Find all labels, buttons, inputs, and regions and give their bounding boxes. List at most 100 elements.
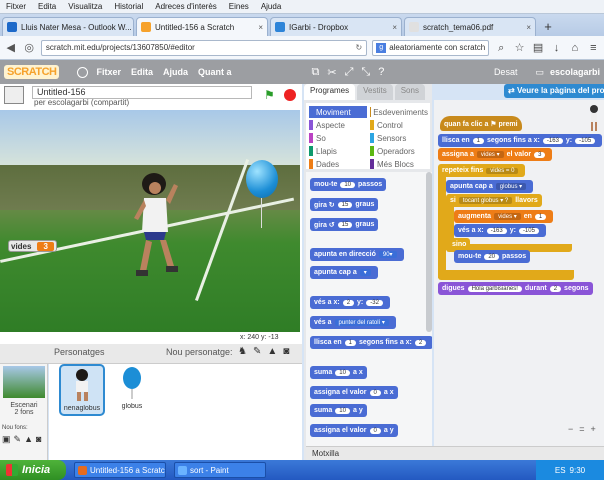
- script-block[interactable]: digues Hola garbisianes! durant 2 segons: [438, 282, 593, 295]
- tab-sounds[interactable]: Sons: [394, 84, 425, 100]
- script-block[interactable]: quan fa clic a ⚑ premi: [440, 116, 522, 131]
- url-bar[interactable]: scratch.mit.edu/projects/13607850/#edito…: [40, 39, 368, 56]
- start-button[interactable]: Inicia: [0, 460, 66, 480]
- help-icon[interactable]: ?: [378, 66, 384, 79]
- menu-tools[interactable]: Eines: [223, 2, 255, 11]
- browser-tab-outlook[interactable]: Lluis Nater Mesa - Outlook W...×: [2, 17, 134, 36]
- grow-icon[interactable]: ⤢: [345, 66, 354, 79]
- scratch-logo[interactable]: SCRATCH: [4, 65, 60, 79]
- language-globe-icon[interactable]: [77, 66, 89, 78]
- camera-icon[interactable]: ◙: [283, 346, 289, 357]
- script-block[interactable]: llisca en 1 segons fins a x: -163 y: -10…: [438, 134, 603, 147]
- sprite-thumb-nenaglobus[interactable]: nenaglobus: [59, 364, 105, 416]
- block-input-slot[interactable]: 15: [337, 201, 353, 208]
- palette-block[interactable]: gira ↻ 15 graus: [310, 198, 379, 211]
- star-icon[interactable]: ☆: [513, 41, 526, 55]
- stop-icon[interactable]: [284, 89, 296, 101]
- upload-icon[interactable]: ▲: [24, 434, 33, 445]
- balloon-sprite[interactable]: [246, 160, 278, 198]
- close-tab-icon[interactable]: ×: [388, 23, 397, 32]
- script-block[interactable]: mou-te 20 passos: [454, 250, 531, 263]
- reload-icon[interactable]: ↻: [355, 43, 362, 52]
- block-input-slot[interactable]: 2: [549, 285, 562, 292]
- variable-monitor[interactable]: vides 3: [8, 240, 57, 252]
- block-input-slot[interactable]: 1: [472, 137, 484, 144]
- block-input-slot[interactable]: 15: [337, 221, 353, 228]
- back-icon[interactable]: ◀: [4, 41, 17, 55]
- choose-sprite-icon[interactable]: ♞: [238, 346, 247, 357]
- palette-block[interactable]: gira ↺ 15 graus: [310, 218, 379, 231]
- block-input-slot[interactable]: 0: [369, 427, 381, 434]
- download-icon[interactable]: ↓: [550, 41, 563, 55]
- menu-icon[interactable]: ≡: [587, 41, 600, 55]
- palette-block[interactable]: llisca en 1 segons fins a x: 2: [310, 336, 432, 349]
- stage[interactable]: vides 3: [0, 110, 300, 332]
- category-control[interactable]: Control: [370, 119, 428, 131]
- language-indicator[interactable]: ES: [555, 466, 566, 475]
- menu-bookmarks[interactable]: Adreces d'interès: [149, 2, 223, 11]
- block-dropdown[interactable]: vides ▾: [476, 151, 504, 158]
- palette-block[interactable]: suma 10 a y: [310, 404, 367, 417]
- tab-costumes[interactable]: Vestits: [357, 84, 393, 100]
- script-block[interactable]: assigna a vides ▾ el valor 3: [438, 148, 553, 161]
- category-dades[interactable]: Dades: [309, 158, 367, 170]
- block-input-slot[interactable]: -105: [575, 137, 596, 144]
- script-block[interactable]: si tocant globus ▾ ? llavors: [446, 194, 542, 207]
- palette-scrollbar[interactable]: [426, 172, 432, 332]
- block-input-slot[interactable]: 10: [335, 369, 350, 376]
- script-block[interactable]: vés a x: -163 y: -105: [454, 224, 546, 237]
- browser-tab-dropbox[interactable]: IGarbi - Dropbox ×: [270, 17, 402, 36]
- browser-tab-pdf[interactable]: scratch_tema06.pdf ×: [404, 17, 536, 36]
- category-so[interactable]: So: [309, 132, 367, 144]
- block-input-slot[interactable]: 3: [534, 151, 546, 158]
- palette-block[interactable]: vés a punter del ratolí ▾: [310, 316, 396, 329]
- block-dropdown[interactable]: 90▾: [378, 251, 397, 258]
- presentation-mode-icon[interactable]: [4, 86, 24, 104]
- block-dropdown[interactable]: punter del ratolí ▾: [334, 319, 389, 326]
- menu-file[interactable]: Fitxer: [0, 2, 32, 11]
- girl-sprite[interactable]: [130, 170, 180, 280]
- backpack[interactable]: Motxilla: [306, 446, 604, 460]
- block-input-slot[interactable]: 20: [484, 253, 500, 260]
- block-input-slot[interactable]: 1: [344, 339, 356, 346]
- taskbar-item-paint[interactable]: sort - Paint: [174, 462, 266, 478]
- sprite-thumb-globus[interactable]: globus: [109, 364, 155, 416]
- paint-brush-icon[interactable]: ✎: [253, 346, 261, 357]
- see-project-page-button[interactable]: ⇄ Veure la pàgina del projecte: [504, 84, 604, 98]
- home-icon[interactable]: ⌂: [568, 41, 581, 55]
- category-sensors[interactable]: Sensors: [370, 132, 428, 144]
- block-input-slot[interactable]: -163: [542, 137, 563, 144]
- cut-icon[interactable]: ✂: [327, 66, 336, 79]
- search-box[interactable]: g aleatoriamente con scratch: [372, 39, 490, 56]
- scratch-menu-file[interactable]: Fitxer: [96, 67, 121, 77]
- category-operadors[interactable]: Operadors: [370, 145, 428, 157]
- palette-block[interactable]: assigna el valor 0 a x: [310, 386, 398, 399]
- menu-edit[interactable]: Edita: [32, 2, 62, 11]
- choose-backdrop-icon[interactable]: ▣: [2, 434, 11, 445]
- upload-icon[interactable]: ▲: [267, 346, 277, 357]
- tab-scripts[interactable]: Programes: [304, 84, 356, 100]
- script-block[interactable]: apunta cap a globus ▾: [446, 180, 534, 193]
- block-dropdown[interactable]: ▾: [359, 269, 371, 276]
- palette-block[interactable]: vés a x: 2 y: -32: [310, 296, 390, 309]
- palette-block[interactable]: suma 10 a x: [310, 366, 367, 379]
- block-dropdown[interactable]: vides ▾: [494, 213, 521, 220]
- camera-icon[interactable]: ◙: [36, 434, 41, 445]
- browser-tab-scratch[interactable]: Untitled-156 a Scratch ×: [136, 17, 268, 36]
- block-input-slot[interactable]: -105: [518, 227, 539, 234]
- paint-brush-icon[interactable]: ✎: [14, 434, 22, 445]
- block-dropdown[interactable]: vides = 0: [486, 167, 519, 174]
- shrink-icon[interactable]: ⤡: [361, 66, 370, 79]
- category-aspecte[interactable]: Aspecte: [309, 119, 367, 131]
- palette-block[interactable]: apunta en direcció 90▾: [310, 248, 404, 261]
- stage-thumbnail[interactable]: [3, 366, 45, 398]
- zoom-in-button[interactable]: +: [591, 424, 596, 434]
- duplicate-icon[interactable]: ⧉: [312, 66, 320, 79]
- bookmarks-icon[interactable]: ▤: [531, 41, 544, 55]
- palette-block[interactable]: apunta cap a ▾: [310, 266, 378, 279]
- palette-block[interactable]: mou-te 10 passos: [310, 178, 387, 191]
- search-icon[interactable]: ⌕: [494, 41, 507, 55]
- block-input-slot[interactable]: 1: [534, 213, 547, 220]
- close-tab-icon[interactable]: ×: [254, 23, 263, 32]
- script-block[interactable]: augmenta vides ▾ en 1: [454, 210, 554, 223]
